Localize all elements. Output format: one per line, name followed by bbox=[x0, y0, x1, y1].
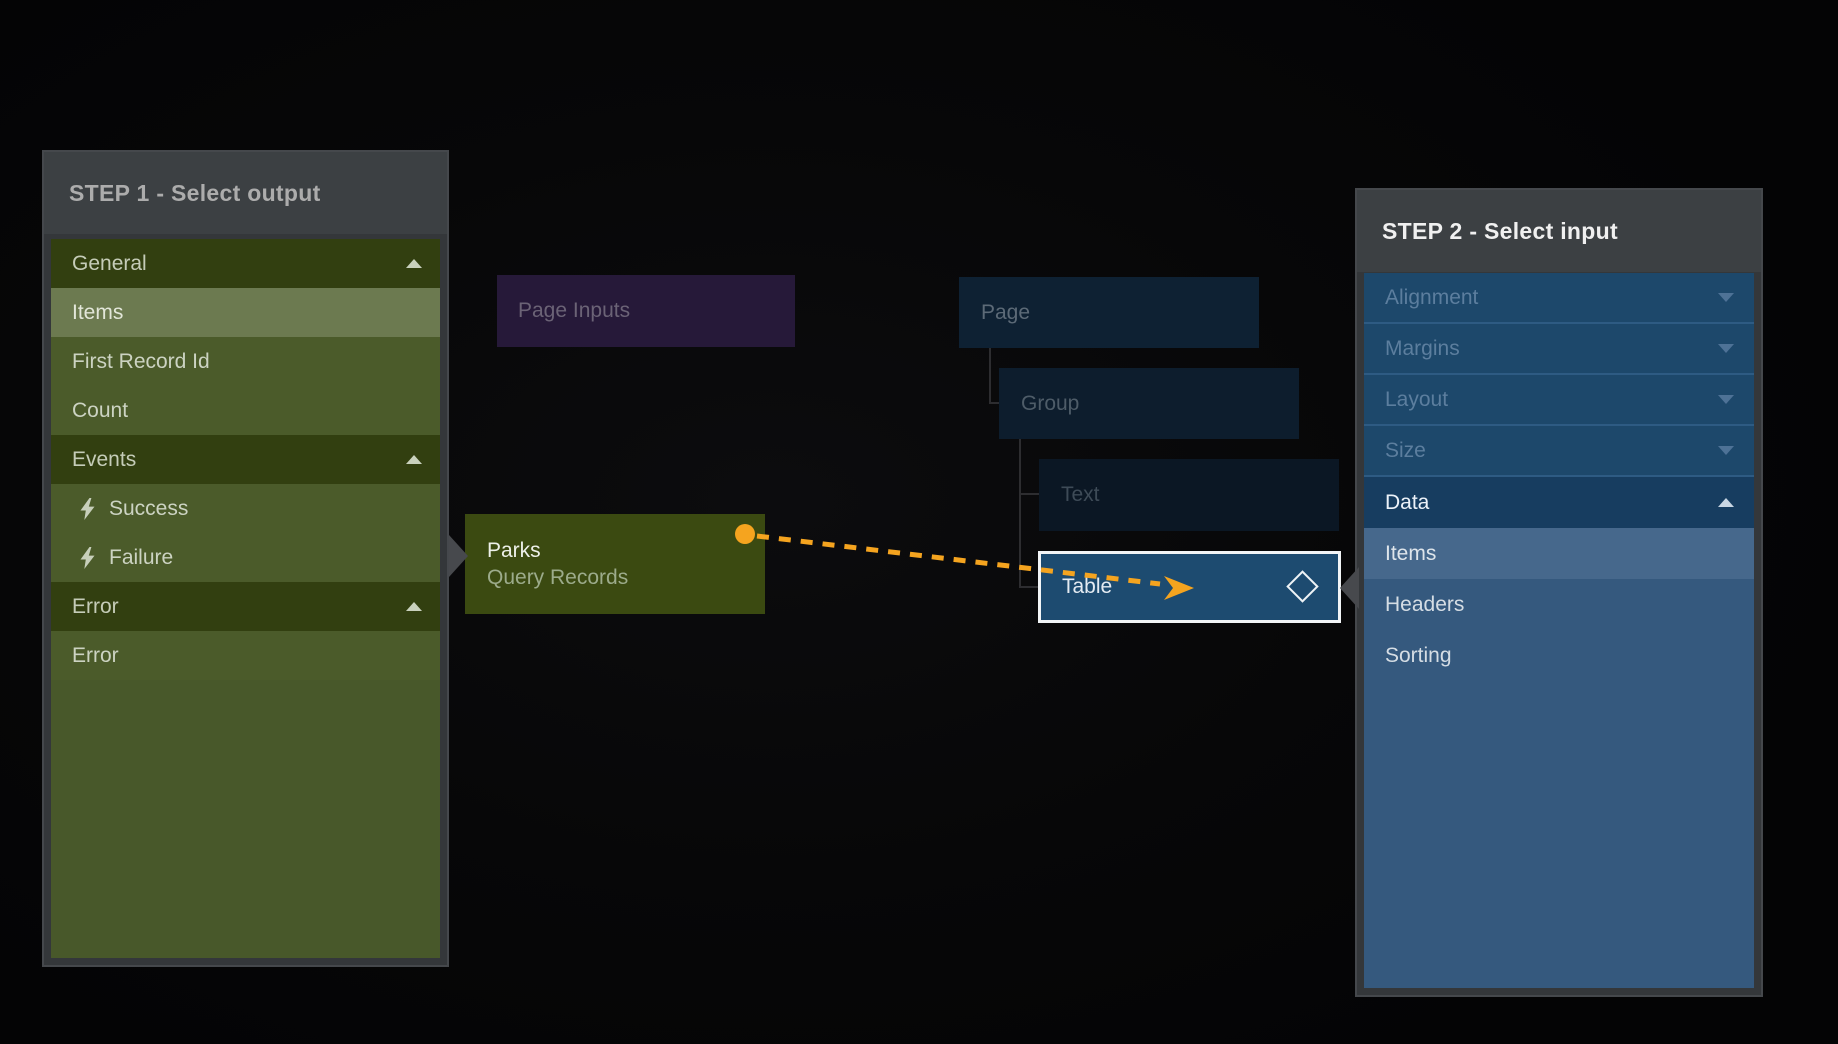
canvas: STEP 1 - Select output General Items Fir… bbox=[0, 0, 1838, 1044]
connection-arrowhead bbox=[1164, 576, 1194, 600]
connection-source-dot[interactable] bbox=[735, 524, 755, 544]
connection-arrow bbox=[0, 0, 1838, 1044]
connection-dashed-line bbox=[757, 536, 1160, 584]
